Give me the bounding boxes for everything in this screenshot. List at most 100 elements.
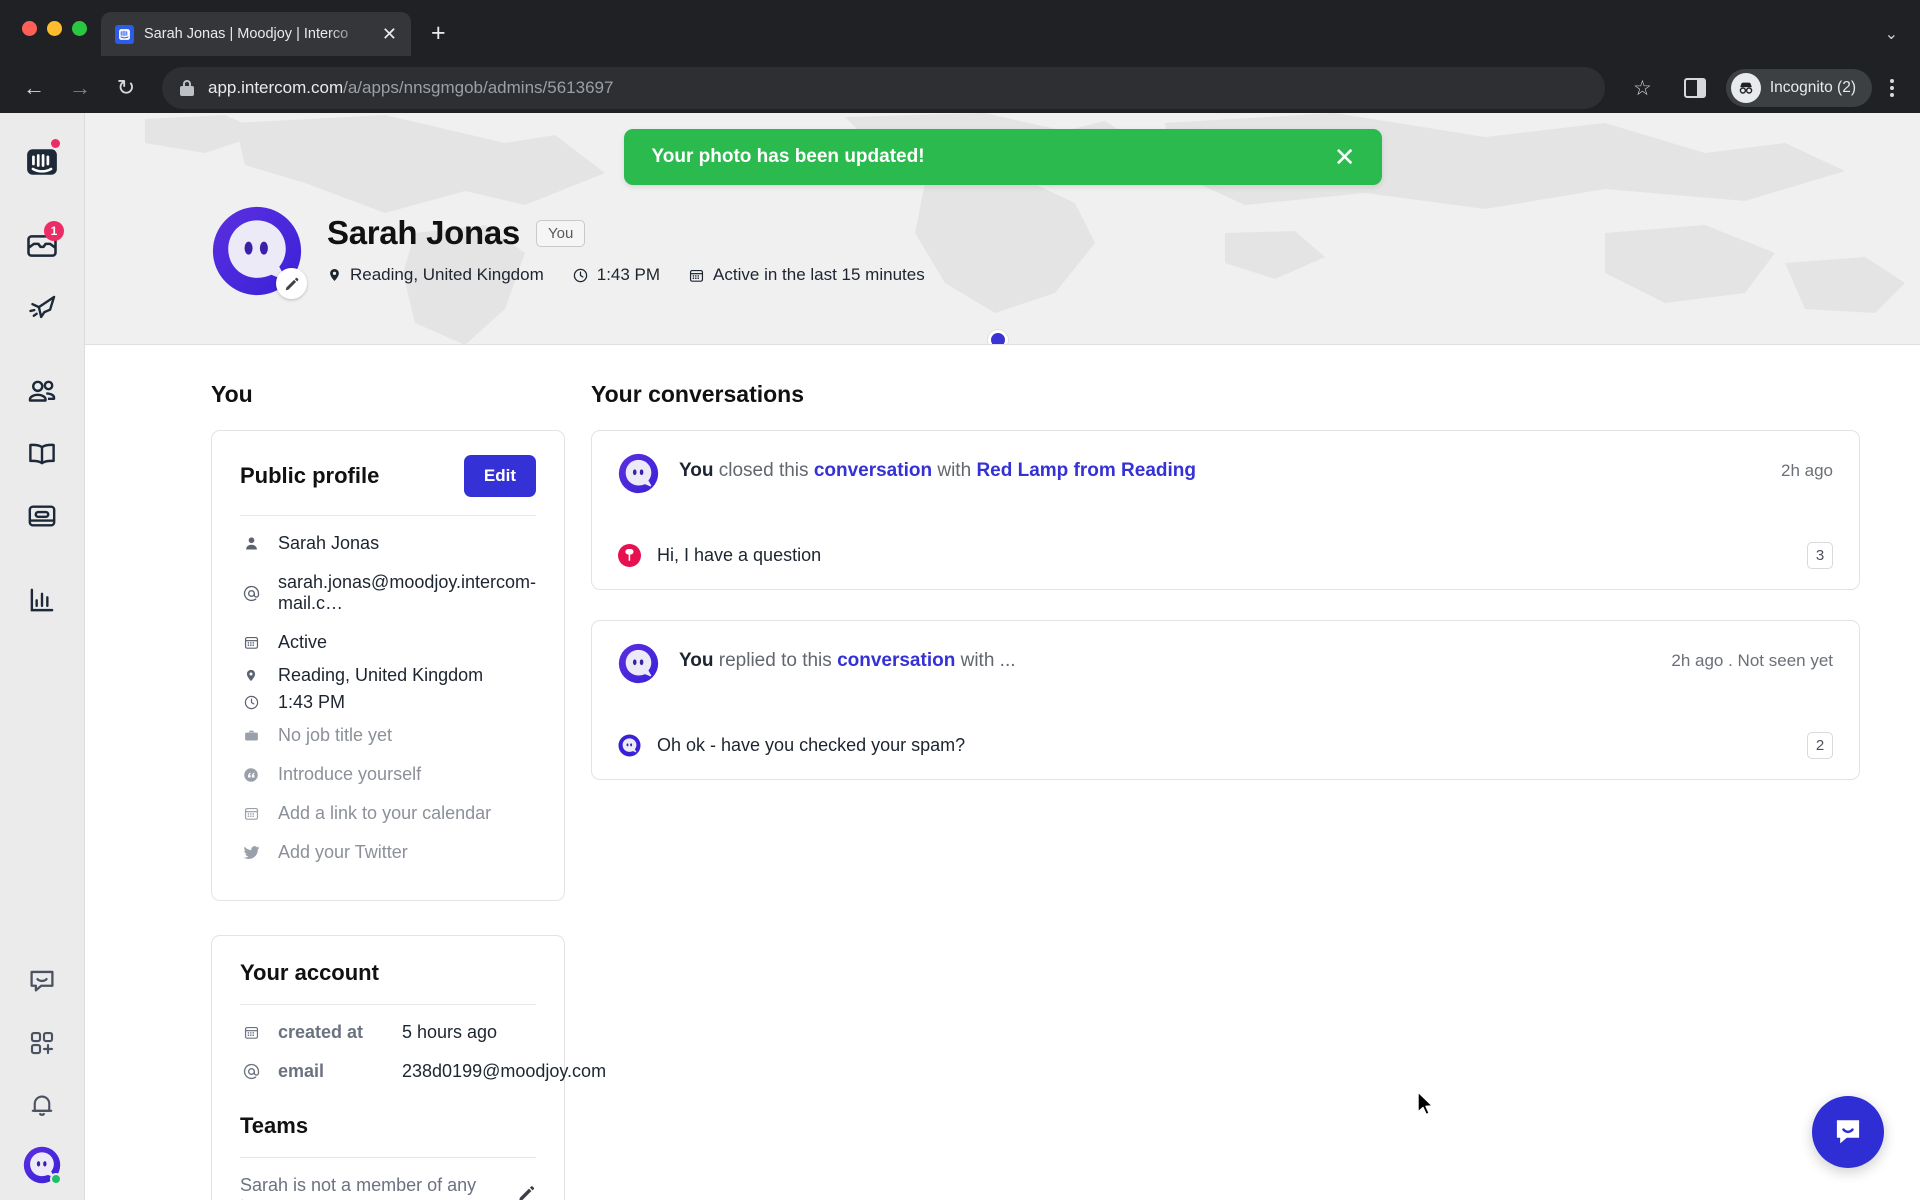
- tab-strip: Sarah Jonas | Moodjoy | Interco ✕ + ⌄: [0, 0, 1920, 56]
- conversation-action: replied to this: [713, 650, 838, 671]
- profile-row-value: 1:43 PM: [278, 692, 346, 712]
- profile-row-value: No job title yet: [278, 725, 393, 745]
- profile-row-job-title[interactable]: No job title yet: [240, 716, 536, 755]
- profile-header: Your photo has been updated! ✕ Sarah Jon…: [85, 113, 1920, 345]
- meta-time: 1:43 PM: [572, 265, 660, 285]
- account-row-label: email: [278, 1061, 325, 1081]
- user-location-map-dot: [988, 330, 1008, 344]
- tab-title: Sarah Jonas | Moodjoy | Interco: [144, 26, 349, 42]
- sidebar-user-avatar[interactable]: [23, 1146, 62, 1185]
- profile-row-value: Active: [278, 632, 328, 652]
- conversation-participant-link[interactable]: Red Lamp from Reading: [976, 460, 1196, 481]
- right-column: Your conversations You closed this conve…: [565, 381, 1920, 1200]
- sidebar-item-articles[interactable]: [12, 423, 72, 485]
- toast-notification: Your photo has been updated! ✕: [623, 129, 1382, 185]
- sidebar-item-home[interactable]: [12, 131, 72, 193]
- conversation-last-message: Hi, I have a question: [657, 545, 822, 565]
- reload-button[interactable]: ↻: [106, 68, 146, 108]
- page-title: Sarah Jonas: [327, 214, 520, 251]
- meta-location-text: Reading, United Kingdom: [350, 265, 544, 284]
- profile-meta: Reading, United Kingdom 1:43 PM Active i…: [327, 265, 925, 285]
- divider: [240, 1157, 536, 1158]
- conversation-card[interactable]: You closed this conversation with Red La…: [591, 430, 1860, 590]
- briefcase-icon: [240, 727, 262, 744]
- sidebar-item-outbound[interactable]: [12, 277, 72, 339]
- account-row-email: email 238d0199@moodjoy.com: [240, 1052, 606, 1091]
- conversation-summary: You closed this conversation with Red La…: [679, 453, 1761, 484]
- url-host: app.intercom.com: [208, 78, 344, 97]
- conversation-card[interactable]: You replied to this conversation with ..…: [591, 620, 1860, 780]
- sidebar-item-messenger[interactable]: [12, 950, 72, 1012]
- inbox-unread-badge: 1: [44, 221, 64, 241]
- incognito-profile-button[interactable]: Incognito (2): [1725, 69, 1872, 107]
- url-text: app.intercom.com/a/apps/nnsgmgob/admins/…: [208, 78, 613, 98]
- side-panel-icon[interactable]: [1683, 78, 1706, 98]
- profile-row-bio[interactable]: Introduce yourself: [240, 755, 536, 794]
- sidebar-item-inbox[interactable]: 1: [12, 215, 72, 277]
- browser-menu-button[interactable]: [1878, 76, 1906, 100]
- close-window-button[interactable]: [22, 20, 37, 36]
- conversation-link[interactable]: conversation: [814, 460, 932, 481]
- person-icon: [240, 535, 262, 552]
- sidebar-item-reports[interactable]: [12, 569, 72, 631]
- conversation-message-count: 3: [1807, 542, 1833, 569]
- profile-row-time: 1:43 PM: [240, 689, 536, 716]
- your-account-card: Your account created at 5 hours ago emai…: [211, 935, 606, 1200]
- clock-icon: [240, 694, 262, 711]
- address-bar[interactable]: app.intercom.com/a/apps/nnsgmgob/admins/…: [162, 67, 1605, 109]
- sidebar-item-knowledge-base[interactable]: [12, 485, 72, 547]
- tab-search-chevron-down-icon[interactable]: ⌄: [1885, 24, 1898, 44]
- conversation-link[interactable]: conversation: [837, 650, 955, 671]
- profile-row-email: sarah.jonas@moodjoy.intercom-mail.c…: [240, 563, 536, 623]
- window-controls: [18, 0, 101, 56]
- intercom-messenger-launcher[interactable]: [1812, 1096, 1884, 1168]
- new-tab-button[interactable]: +: [431, 21, 446, 46]
- profile-row-value: Reading, United Kingdom: [278, 665, 484, 685]
- edit-teams-pencil-icon[interactable]: [517, 1184, 536, 1200]
- sidebar-item-app-store[interactable]: [12, 1012, 72, 1074]
- intercom-avatar-small: [618, 734, 641, 757]
- profile-body: You Public profile Edit Sarah Jonas sara…: [85, 345, 1920, 1200]
- teams-empty-row: Sarah is not a member of any teams: [240, 1166, 536, 1200]
- sidebar-item-notifications[interactable]: [12, 1074, 72, 1136]
- red-lamp-avatar: [618, 544, 641, 567]
- profile-row-calendar-link[interactable]: Add a link to your calendar: [240, 794, 536, 833]
- edit-profile-button[interactable]: Edit: [463, 455, 536, 497]
- online-status-dot: [50, 1173, 62, 1185]
- calendar-icon: [240, 634, 262, 651]
- edit-avatar-pencil-icon[interactable]: [276, 268, 307, 299]
- profile-row-value: sarah.jonas@moodjoy.intercom-mail.c…: [278, 572, 537, 613]
- you-badge: You: [535, 219, 586, 247]
- maximize-window-button[interactable]: [72, 20, 87, 36]
- conversation-action: closed this: [713, 460, 814, 481]
- profile-avatar[interactable]: [211, 205, 307, 299]
- your-account-title: Your account: [240, 960, 379, 985]
- account-row-created-at: created at 5 hours ago: [240, 1013, 536, 1052]
- conversation-message-count: 2: [1807, 732, 1833, 759]
- conversation-summary: You replied to this conversation with ..…: [679, 643, 1651, 674]
- account-row-label: created at: [278, 1022, 364, 1042]
- browser-toolbar: ← → ↻ app.intercom.com/a/apps/nnsgmgob/a…: [0, 56, 1920, 120]
- profile-row-twitter[interactable]: Add your Twitter: [240, 833, 536, 872]
- sidebar-item-contacts[interactable]: [12, 361, 72, 423]
- profile-row-value: Add a link to your calendar: [278, 803, 492, 823]
- minimize-window-button[interactable]: [47, 20, 62, 36]
- quote-icon: [240, 766, 262, 784]
- browser-tab[interactable]: Sarah Jonas | Moodjoy | Interco ✕: [101, 12, 411, 56]
- conversation-mid: with ...: [955, 650, 1016, 671]
- page-content: 1 Your photo has been updated! ✕ Sarah J…: [0, 113, 1920, 1200]
- public-profile-card: Public profile Edit Sarah Jonas sarah.jo…: [211, 430, 565, 901]
- forward-button[interactable]: →: [60, 68, 100, 108]
- close-toast-button[interactable]: ✕: [1334, 144, 1356, 170]
- lock-icon: [180, 80, 194, 96]
- conversation-last-message: Oh ok - have you checked your spam?: [657, 735, 966, 755]
- meta-activity-text: Active in the last 15 minutes: [713, 265, 925, 284]
- profile-row-name: Sarah Jonas: [240, 524, 536, 563]
- location-pin-icon: [330, 269, 339, 281]
- close-tab-button[interactable]: ✕: [378, 21, 401, 47]
- url-path: /a/apps/nnsgmgob/admins/5613697: [343, 78, 614, 97]
- back-button[interactable]: ←: [14, 68, 54, 108]
- intercom-favicon-icon: [115, 24, 134, 44]
- bookmark-star-icon[interactable]: ☆: [1621, 76, 1664, 101]
- public-profile-title: Public profile: [240, 463, 380, 488]
